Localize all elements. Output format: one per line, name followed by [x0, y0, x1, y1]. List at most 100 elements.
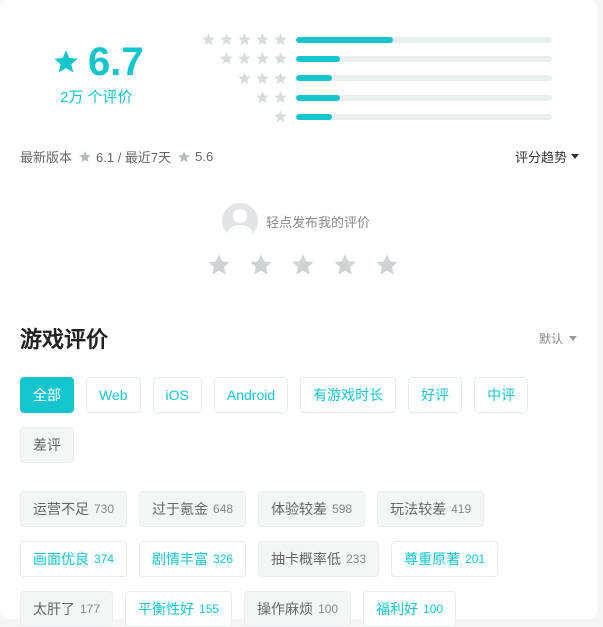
distribution-bar-track — [296, 36, 552, 43]
rate-star-3-icon[interactable] — [290, 252, 316, 278]
filter-tab-label: Web — [99, 387, 128, 403]
review-tag-9[interactable]: 平衡性好 155 — [125, 591, 233, 627]
review-tag-count: 374 — [94, 552, 115, 566]
review-tag-count: 177 — [80, 602, 101, 616]
review-tag-label: 剧情丰富 — [152, 551, 209, 567]
star-icon — [79, 150, 91, 162]
rate-stars — [206, 252, 400, 278]
filter-tab-label: 有游戏时长 — [313, 387, 384, 403]
distribution-row-4-star — [200, 49, 560, 68]
distribution-bar-track — [296, 94, 552, 101]
filter-tab-1[interactable]: Web — [86, 377, 141, 413]
filter-tab-2[interactable]: iOS — [152, 377, 202, 413]
latest-version-label: 最新版本 — [20, 150, 73, 165]
review-tag-label: 过于氪金 — [152, 501, 209, 517]
rating-distribution — [200, 30, 560, 126]
star-icon — [54, 50, 78, 73]
rating-count: 2万 个评价 — [60, 89, 133, 106]
star-icon — [274, 91, 287, 104]
review-tag-10[interactable]: 操作麻烦 100 — [244, 591, 352, 627]
review-tag-label: 平衡性好 — [138, 601, 195, 617]
review-tag-count: 100 — [318, 602, 339, 616]
filter-tab-4[interactable]: 有游戏时长 — [300, 377, 397, 413]
latest-version-score: 6.1 / 最近7天 — [96, 150, 172, 165]
review-tag-count: 648 — [213, 502, 234, 516]
distribution-row-2-star — [200, 88, 560, 107]
rating-trend-button[interactable]: 评分趋势 — [515, 147, 579, 166]
review-tag-count: 326 — [213, 552, 234, 566]
star-icon — [238, 71, 251, 84]
review-tag-count: 155 — [199, 602, 220, 616]
filter-tab-label: 差评 — [33, 437, 61, 453]
caret-down-icon — [571, 154, 579, 159]
review-tag-label: 操作麻烦 — [257, 601, 314, 617]
review-tag-3[interactable]: 玩法较差 419 — [377, 491, 485, 527]
review-tag-count: 598 — [332, 502, 353, 516]
review-tag-label: 运营不足 — [33, 501, 89, 517]
rate-star-1-icon[interactable] — [206, 252, 232, 278]
distribution-bar-track — [296, 75, 552, 82]
review-tag-count: 233 — [346, 552, 367, 566]
star-icon — [238, 33, 251, 46]
distribution-bar-fill — [296, 94, 340, 101]
distribution-bar-track — [296, 113, 552, 120]
review-tag-label: 尊重原著 — [404, 551, 461, 567]
filter-tab-7[interactable]: 差评 — [20, 427, 74, 463]
star-icon — [274, 33, 287, 46]
review-tag-0[interactable]: 运营不足 730 — [20, 491, 128, 527]
review-tag-6[interactable]: 抽卡概率低 233 — [258, 541, 380, 577]
star-icon — [256, 33, 269, 46]
publish-review-button[interactable]: 轻点发布我的评价 — [222, 203, 370, 239]
score-value: 6.7 — [88, 40, 144, 84]
filter-tab-3[interactable]: Android — [213, 377, 289, 413]
version-scores: 最新版本 6.1 / 最近7天 5.6 — [20, 147, 213, 166]
distribution-bar-fill — [296, 113, 332, 120]
filter-tab-label: 中评 — [487, 387, 516, 403]
review-tag-11[interactable]: 福利好 100 — [363, 591, 457, 627]
review-tag-label: 福利好 — [376, 601, 419, 617]
rate-star-2-icon[interactable] — [248, 252, 274, 278]
star-icon — [256, 91, 269, 104]
star-icon — [220, 52, 233, 65]
rating-card: 6.7 2万 个评价 最新版本 6.1 / 最近7天 5.6 评分趋势 轻点发布… — [0, 0, 597, 627]
filter-tab-0[interactable]: 全部 — [20, 377, 74, 413]
filter-tab-label: Android — [226, 387, 276, 403]
review-tag-4[interactable]: 画面优良 374 — [20, 541, 128, 577]
review-tag-label: 太肝了 — [33, 601, 75, 617]
distribution-bar-track — [296, 55, 552, 62]
star-icon — [274, 71, 287, 84]
filter-tab-5[interactable]: 好评 — [408, 377, 463, 413]
review-tag-8[interactable]: 太肝了 177 — [20, 591, 114, 627]
star-icon — [274, 110, 287, 123]
rate-star-4-icon[interactable] — [332, 252, 358, 278]
review-tag-label: 抽卡概率低 — [271, 551, 342, 567]
review-tag-5[interactable]: 剧情丰富 326 — [139, 541, 247, 577]
review-tag-2[interactable]: 体验较差 598 — [258, 491, 366, 527]
review-tag-1[interactable]: 过于氪金 648 — [139, 491, 247, 527]
review-tag-count: 100 — [423, 602, 444, 616]
publish-review-text: 轻点发布我的评价 — [266, 214, 371, 230]
sort-dropdown[interactable]: 默认 — [539, 330, 577, 347]
distribution-row-1-star — [200, 107, 560, 126]
distribution-bar-fill — [296, 75, 332, 82]
review-tag-label: 体验较差 — [271, 501, 328, 517]
review-tag-count: 419 — [451, 502, 472, 516]
caret-down-icon — [569, 336, 577, 341]
star-icon — [202, 33, 215, 46]
rate-star-5-icon[interactable] — [374, 252, 400, 278]
review-tag-count: 201 — [465, 552, 486, 566]
overall-score: 6.7 — [52, 40, 152, 84]
sort-label: 默认 — [538, 332, 563, 346]
distribution-bar-fill — [296, 55, 340, 62]
filter-tab-6[interactable]: 中评 — [474, 377, 529, 413]
review-tag-count: 730 — [94, 502, 115, 516]
review-tag-label: 画面优良 — [33, 551, 89, 567]
review-tag-7[interactable]: 尊重原著 201 — [391, 541, 499, 577]
filter-tab-label: 全部 — [33, 387, 61, 403]
star-icon — [256, 52, 269, 65]
star-icon — [238, 52, 251, 65]
distribution-bar-fill — [296, 36, 394, 43]
distribution-row-5-star — [200, 30, 560, 49]
filter-tab-label: iOS — [165, 387, 189, 403]
user-avatar-icon — [222, 203, 258, 239]
